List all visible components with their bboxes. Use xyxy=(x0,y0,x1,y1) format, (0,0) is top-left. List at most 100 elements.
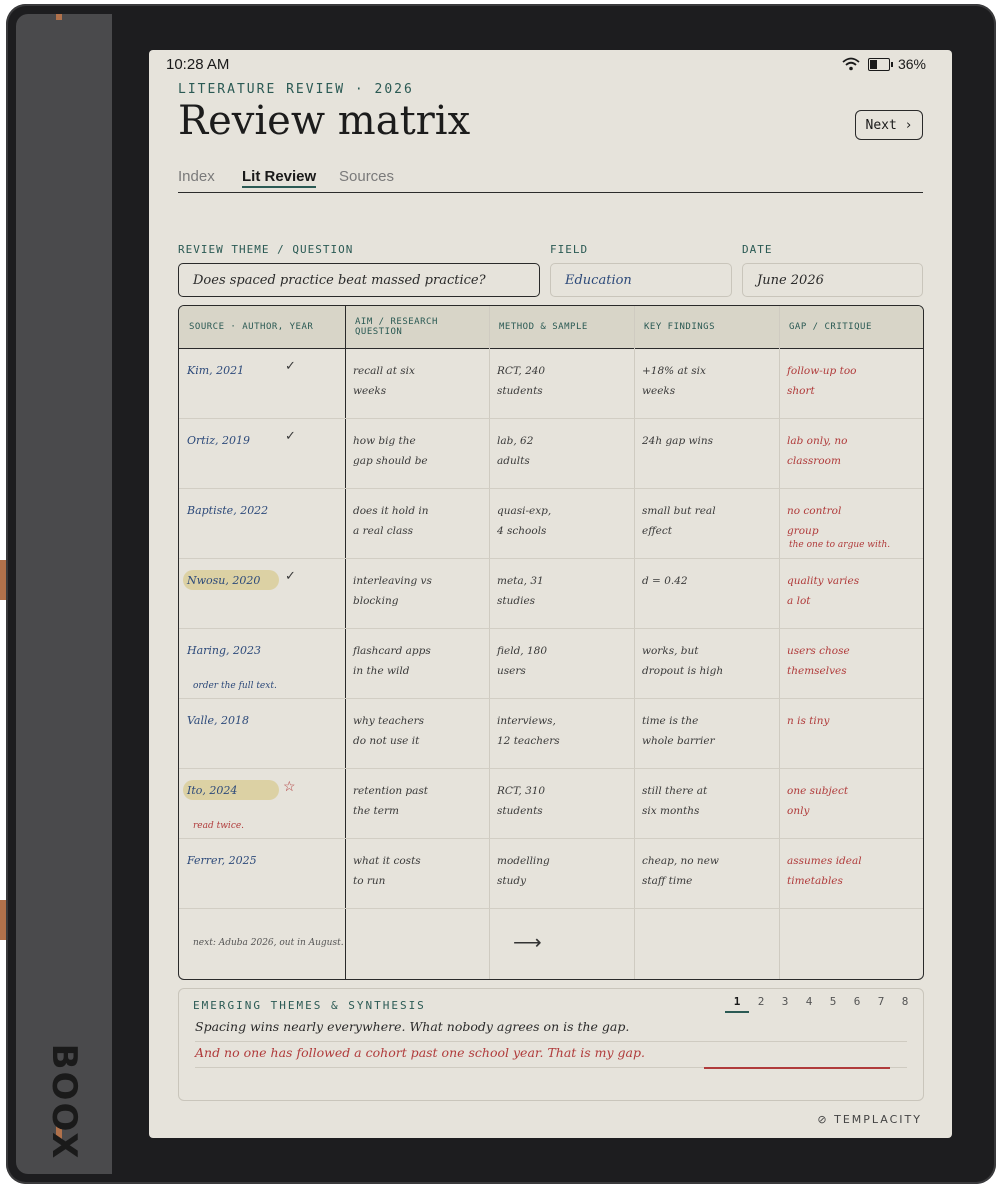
cell-method[interactable]: interviews, 12 teachers xyxy=(497,711,560,751)
page-4[interactable]: 4 xyxy=(797,995,821,1013)
field-label: FIELD xyxy=(550,243,589,256)
column-header-method: METHOD & SAMPLE xyxy=(499,322,588,332)
cell-aim[interactable]: does it hold in a real class xyxy=(353,501,429,541)
page-eyebrow: LITERATURE REVIEW · 2026 xyxy=(178,82,414,97)
footer-brand: ⊘ TEMPLACITY xyxy=(817,1113,922,1126)
page-5[interactable]: 5 xyxy=(821,995,845,1013)
synthesis-panel: EMERGING THEMES & SYNTHESIS 1 2 3 4 5 6 … xyxy=(178,988,924,1101)
cell-aim[interactable]: how big the gap should be xyxy=(353,431,428,471)
table-row[interactable]: Baptiste, 2022 does it hold in a real cla… xyxy=(179,488,923,559)
cell-source[interactable]: Ferrer, 2025 xyxy=(187,851,257,871)
cell-source[interactable]: Kim, 2021 xyxy=(187,361,244,381)
cell-method[interactable]: quasi-exp, 4 schools xyxy=(497,501,551,541)
cell-gap[interactable]: follow-up too short xyxy=(787,361,856,401)
status-bar-right: 36% xyxy=(842,56,926,72)
cell-aim[interactable]: why teachers do not use it xyxy=(353,711,424,751)
cell-findings[interactable]: small but real effect xyxy=(642,501,716,541)
cell-findings[interactable]: 24h gap wins xyxy=(642,431,713,451)
column-header-findings: KEY FINDINGS xyxy=(644,322,716,332)
battery-icon xyxy=(867,57,893,71)
page-1[interactable]: 1 xyxy=(725,995,749,1013)
table-row[interactable]: Kim, 2021 recall at six weeks RCT, 240 stu… xyxy=(179,348,923,419)
cell-gap[interactable]: users chose themselves xyxy=(787,641,850,681)
side-button xyxy=(0,560,6,600)
check-icon: ✓ xyxy=(285,568,296,583)
cell-findings[interactable]: cheap, no new staff time xyxy=(642,851,719,891)
cell-source[interactable]: Haring, 2023 xyxy=(187,641,261,661)
cell-aim[interactable]: what it costs to run xyxy=(353,851,421,891)
cell-method[interactable]: RCT, 240 students xyxy=(497,361,545,401)
theme-question-field[interactable]: Does spaced practice beat massed practic… xyxy=(178,263,540,297)
page-7[interactable]: 7 xyxy=(869,995,893,1013)
check-icon: ✓ xyxy=(285,428,296,443)
synthesis-line-1[interactable]: Spacing wins nearly everywhere. What nob… xyxy=(195,1019,907,1042)
screen: 10:28 AM 36% LITERATURE REVIEW · 2026 Re… xyxy=(149,50,952,1138)
cell-aim[interactable]: recall at six weeks xyxy=(353,361,415,401)
table-row[interactable]: Valle, 2018 why teachers do not use it int… xyxy=(179,698,923,769)
cell-findings[interactable]: still there at six months xyxy=(642,781,707,821)
cell-source[interactable]: Valle, 2018 xyxy=(187,711,249,731)
review-matrix-table: SOURCE · AUTHOR, YEAR AIM / RESEARCH QUE… xyxy=(178,305,924,980)
cell-method[interactable]: modelling study xyxy=(497,851,550,891)
cell-gap[interactable]: n is tiny xyxy=(787,711,829,731)
table-row[interactable]: Ferrer, 2025 what it costs to run modellin… xyxy=(179,838,923,909)
templacity-logo-icon: ⊘ xyxy=(817,1113,829,1126)
page-6[interactable]: 6 xyxy=(845,995,869,1013)
cell-source[interactable]: Nwosu, 2020 xyxy=(187,571,260,591)
synthesis-line-2[interactable]: And no one has followed a cohort past on… xyxy=(195,1045,907,1068)
side-button xyxy=(0,900,6,940)
device-spine xyxy=(16,14,112,1174)
cell-findings[interactable]: works, but dropout is high xyxy=(642,641,723,681)
footer-brand-text: TEMPLACITY xyxy=(834,1113,922,1126)
page-selector: 1 2 3 4 5 6 7 8 xyxy=(725,995,917,1013)
table-row[interactable]: Ortiz, 2019 how big the gap should be lab,… xyxy=(179,418,923,489)
cell-aim[interactable]: flashcard apps in the wild xyxy=(353,641,431,681)
page-8[interactable]: 8 xyxy=(893,995,917,1013)
tab-index[interactable]: Index xyxy=(178,168,215,185)
spine-accent xyxy=(56,14,62,20)
check-icon: ✓ xyxy=(285,358,296,373)
battery-level xyxy=(869,59,878,69)
table-header: SOURCE · AUTHOR, YEAR AIM / RESEARCH QUE… xyxy=(179,306,923,349)
tab-sources[interactable]: Sources xyxy=(339,168,394,185)
cell-source[interactable]: Ito, 2024 xyxy=(187,781,237,801)
column-header-aim: AIM / RESEARCH QUESTION xyxy=(355,317,438,337)
margin-note: order the full text. xyxy=(193,681,277,691)
cell-method[interactable]: field, 180 users xyxy=(497,641,547,681)
table-row[interactable]: Ito, 2024 retention past the term RCT, 310… xyxy=(179,768,923,839)
table-row[interactable]: Nwosu, 2020 interleaving vs blocking meta,… xyxy=(179,558,923,629)
page-title: Review matrix xyxy=(178,98,471,144)
cell-source[interactable]: Baptiste, 2022 xyxy=(187,501,268,521)
next-source-note: next: Aduba 2026, out in August. xyxy=(193,938,344,948)
cell-gap[interactable]: one subject only xyxy=(787,781,848,821)
cell-aim[interactable]: retention past the term xyxy=(353,781,428,821)
cell-method[interactable]: RCT, 310 students xyxy=(497,781,545,821)
cell-aim[interactable]: interleaving vs blocking xyxy=(353,571,432,611)
column-header-source: SOURCE · AUTHOR, YEAR xyxy=(189,322,314,332)
field-input[interactable]: Education xyxy=(550,263,732,297)
cell-gap[interactable]: assumes ideal timetables xyxy=(787,851,862,891)
cell-gap[interactable]: lab only, no classroom xyxy=(787,431,847,471)
cell-gap[interactable]: quality varies a lot xyxy=(787,571,859,611)
cell-method[interactable]: meta, 31 studies xyxy=(497,571,544,611)
arrow-right-icon: ⟶ xyxy=(513,932,542,954)
handwritten-underline xyxy=(704,1067,890,1069)
cell-findings[interactable]: time is the whole barrier xyxy=(642,711,715,751)
cell-findings[interactable]: d = 0.42 xyxy=(642,571,688,591)
tab-lit-review[interactable]: Lit Review xyxy=(242,168,317,188)
next-button[interactable]: Next › xyxy=(855,110,923,140)
cell-gap[interactable]: no control group xyxy=(787,501,841,541)
tab-bar: Index Lit Review Sources xyxy=(178,168,923,193)
page-2[interactable]: 2 xyxy=(749,995,773,1013)
page-3[interactable]: 3 xyxy=(773,995,797,1013)
theme-label: REVIEW THEME / QUESTION xyxy=(178,243,354,256)
cell-source[interactable]: Ortiz, 2019 xyxy=(187,431,250,451)
synthesis-title: EMERGING THEMES & SYNTHESIS xyxy=(193,999,426,1012)
device-brand-logo: BOOX xyxy=(44,1043,84,1161)
table-row-empty[interactable]: next: Aduba 2026, out in August. ⟶ xyxy=(179,908,923,978)
column-header-gap: GAP / CRITIQUE xyxy=(789,322,872,332)
table-row[interactable]: Haring, 2023 flashcard apps in the wild fi… xyxy=(179,628,923,699)
cell-method[interactable]: lab, 62 adults xyxy=(497,431,533,471)
date-input[interactable]: June 2026 xyxy=(742,263,923,297)
cell-findings[interactable]: +18% at six weeks xyxy=(642,361,706,401)
